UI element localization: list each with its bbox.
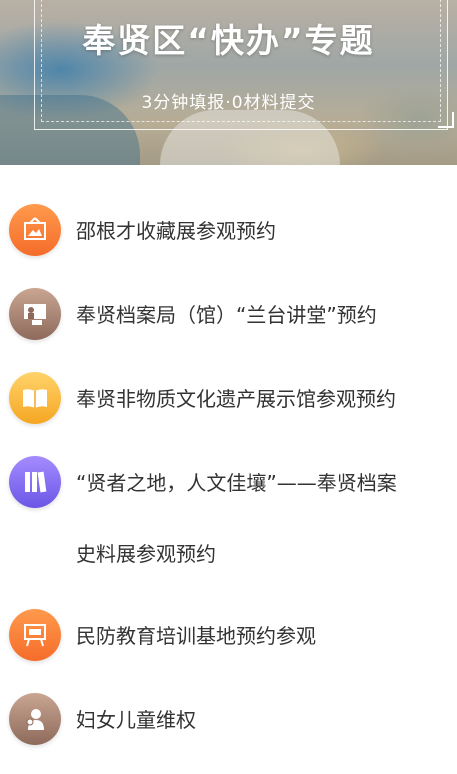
banner-corner-mark xyxy=(438,112,454,128)
mother-child-icon xyxy=(9,693,61,745)
item-label: “贤者之地，人文佳壤”——奉贤档案 xyxy=(76,471,397,495)
item-label: 妇女儿童维权 xyxy=(76,708,196,732)
item-label: 邵根才收藏展参观预约 xyxy=(76,219,276,243)
topic-banner: 奉贤区“快办”专题 3分钟填报·0材料提交 xyxy=(0,0,457,165)
list-item-civil-defense[interactable]: 民防教育培训基地预约参观 xyxy=(0,600,457,670)
banner-subtitle: 3分钟填报·0材料提交 xyxy=(141,93,316,113)
list-item-lantai-lecture[interactable]: 奉贤档案局（馆）“兰台讲堂”预约 xyxy=(0,279,457,349)
list-item-archive-exhibition[interactable]: “贤者之地，人文佳壤”——奉贤档案 史料展参观预约 xyxy=(0,447,457,577)
book-icon xyxy=(9,372,61,424)
presentation-board-icon xyxy=(9,609,61,661)
list-item-art-collection[interactable]: 邵根才收藏展参观预约 xyxy=(0,195,457,265)
item-label-line2: 史料展参观预约 xyxy=(76,542,216,566)
lecture-icon xyxy=(9,288,61,340)
list-item-heritage-museum[interactable]: 奉贤非物质文化遗产展示馆参观预约 xyxy=(0,363,457,433)
item-label: 奉贤非物质文化遗产展示馆参观预约 xyxy=(76,387,396,411)
binders-icon xyxy=(9,456,61,508)
picture-frame-icon xyxy=(9,204,61,256)
item-label: 奉贤档案局（馆）“兰台讲堂”预约 xyxy=(76,303,377,327)
item-label: 民防教育培训基地预约参观 xyxy=(76,624,316,648)
banner-title: 奉贤区“快办”专题 xyxy=(82,21,375,60)
list-item-women-children-rights[interactable]: 妇女儿童维权 xyxy=(0,684,457,754)
